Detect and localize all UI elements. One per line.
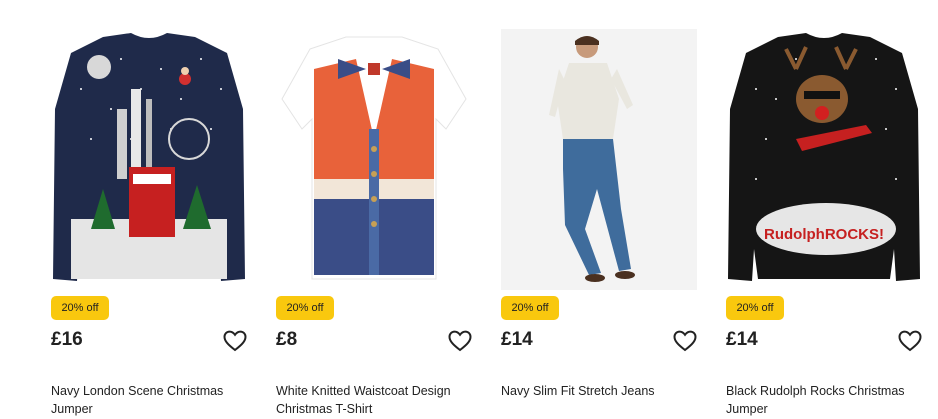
product-title[interactable]: Black Rudolph Rocks Christmas Jumper xyxy=(726,382,924,418)
product-price: £16 xyxy=(51,329,83,350)
heart-outline-icon[interactable] xyxy=(448,330,472,352)
product-card: 20% off £8 White Knitted Waistcoat Desig… xyxy=(276,0,474,419)
discount-badge: 20% off xyxy=(726,296,784,320)
heart-outline-icon[interactable] xyxy=(673,330,697,352)
product-title[interactable]: Navy London Scene Christmas Jumper xyxy=(51,382,249,418)
product-price: £8 xyxy=(276,329,298,350)
product-price: £14 xyxy=(726,329,758,350)
product-image[interactable]: RudolphROCKS! xyxy=(726,29,922,290)
product-title[interactable]: Navy Slim Fit Stretch Jeans xyxy=(501,382,699,400)
jumper-print-text: RudolphROCKS! xyxy=(764,226,884,243)
discount-badge: 20% off xyxy=(51,296,109,320)
waistcoat-tshirt-icon xyxy=(276,29,472,290)
product-price: £14 xyxy=(501,329,533,350)
heart-outline-icon[interactable] xyxy=(223,330,247,352)
man-in-jeans-icon xyxy=(501,29,697,290)
product-card: 20% off £14 Navy Slim Fit Stretch Jeans xyxy=(501,0,699,419)
navy-jumper-icon xyxy=(51,29,247,290)
discount-badge: 20% off xyxy=(501,296,559,320)
product-image[interactable] xyxy=(501,29,697,290)
product-title[interactable]: White Knitted Waistcoat Design Christmas… xyxy=(276,382,474,418)
product-image[interactable] xyxy=(51,29,247,290)
product-grid: 20% off £16 Navy London Scene Christmas … xyxy=(0,0,938,419)
black-rudolph-jumper-icon: RudolphROCKS! xyxy=(726,29,922,290)
product-card: RudolphROCKS! 20% off £14 Black Rudolph … xyxy=(726,0,924,419)
discount-badge: 20% off xyxy=(276,296,334,320)
product-card: 20% off £16 Navy London Scene Christmas … xyxy=(51,0,249,419)
product-image[interactable] xyxy=(276,29,472,290)
heart-outline-icon[interactable] xyxy=(898,330,922,352)
